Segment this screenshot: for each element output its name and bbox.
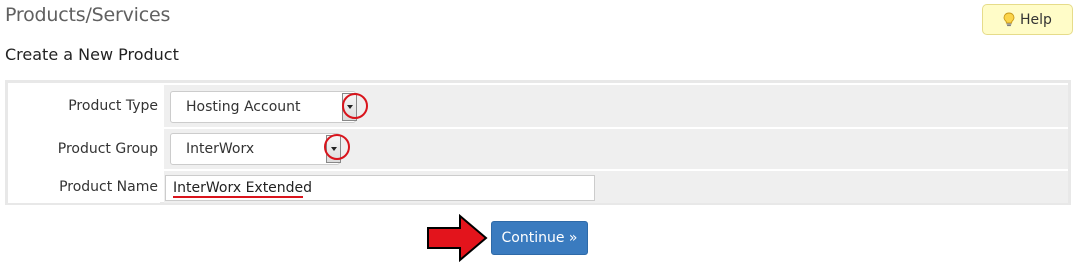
arrow-right-icon (426, 213, 488, 266)
product-type-select[interactable]: Hosting Account (170, 91, 357, 123)
help-button[interactable]: Help (982, 4, 1073, 35)
lightbulb-icon (1003, 12, 1015, 27)
product-group-cell: InterWorx (164, 129, 1068, 169)
product-form: Product Type Hosting Account Product Gro… (5, 80, 1071, 205)
continue-button[interactable]: Continue » (491, 221, 588, 255)
highlight-underline (173, 196, 303, 198)
product-name-label: Product Name (8, 171, 160, 203)
chevron-down-icon[interactable] (326, 135, 341, 163)
product-type-row: Product Type Hosting Account (8, 85, 1068, 127)
product-group-label: Product Group (8, 129, 160, 169)
product-name-row: Product Name (8, 171, 1068, 203)
product-type-cell: Hosting Account (164, 85, 1068, 127)
help-label: Help (1020, 11, 1052, 28)
section-title: Create a New Product (5, 45, 179, 64)
page: Products/Services Help Create a New Prod… (0, 0, 1077, 267)
product-type-value: Hosting Account (186, 99, 301, 115)
product-group-row: Product Group InterWorx (8, 129, 1068, 169)
product-name-cell (164, 171, 1068, 203)
page-title: Products/Services (5, 4, 171, 26)
product-type-label: Product Type (8, 85, 160, 127)
chevron-down-icon[interactable] (342, 93, 357, 121)
product-group-select[interactable]: InterWorx (170, 133, 341, 165)
product-group-value: InterWorx (186, 141, 255, 157)
